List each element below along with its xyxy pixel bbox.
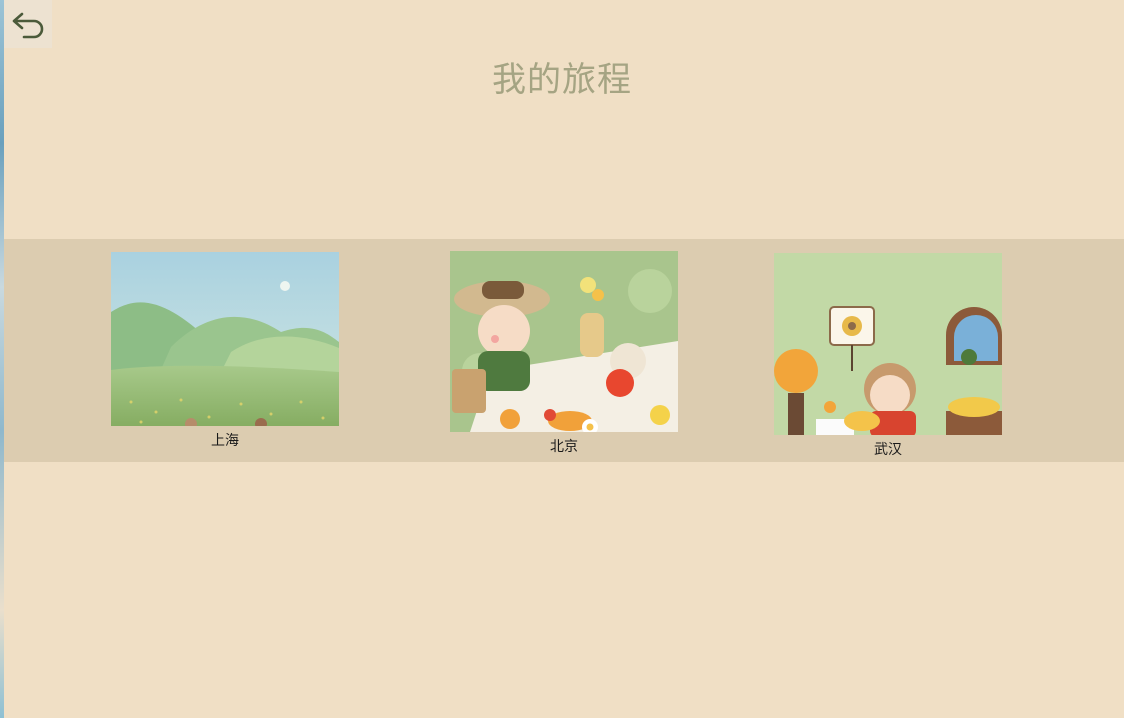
back-arrow-icon (12, 12, 44, 39)
trip-photo-wuhan (774, 253, 1002, 435)
page-title: 我的旅程 (492, 60, 632, 100)
trip-city-label: 上海 (211, 433, 239, 449)
trip-card-shanghai[interactable]: 上海 (111, 252, 339, 450)
trip-photo-shanghai (111, 252, 339, 426)
trip-city-label: 北京 (550, 439, 578, 455)
trip-photo-beijing (450, 251, 678, 432)
trip-gallery: 上海 北京 武汉 (4, 239, 1124, 462)
trip-card-beijing[interactable]: 北京 (450, 251, 678, 456)
back-button[interactable] (4, 0, 52, 48)
trip-card-wuhan[interactable]: 武汉 (774, 253, 1002, 459)
trip-city-label: 武汉 (874, 442, 902, 458)
